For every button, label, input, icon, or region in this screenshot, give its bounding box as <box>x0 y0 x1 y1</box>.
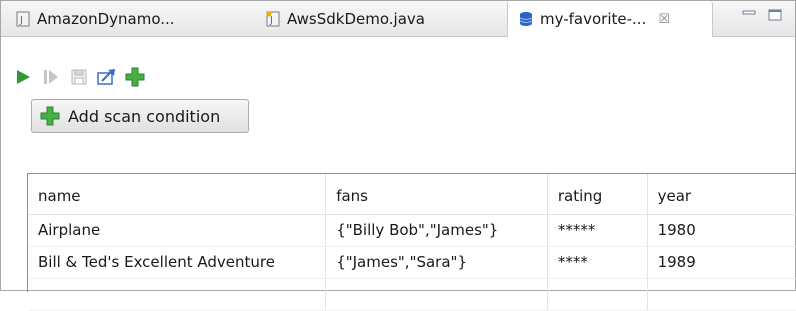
svg-text:J: J <box>269 15 273 26</box>
java-file-icon: J <box>266 11 280 26</box>
column-header-rating[interactable]: rating <box>547 174 648 215</box>
export-icon <box>97 69 115 85</box>
column-header-fans[interactable]: fans <box>325 174 548 215</box>
step-icon <box>44 70 58 84</box>
column-header-name[interactable]: name <box>28 174 327 215</box>
table-row[interactable]: Bill & Ted's Excellent Adventure {"James… <box>28 246 796 279</box>
cell-fans[interactable]: {"Billy Bob","James"} <box>325 214 548 247</box>
cell-empty <box>647 278 796 311</box>
tab-amazon-dynamo[interactable]: J AmazonDynamo... <box>7 1 225 36</box>
cell-rating[interactable]: **** <box>547 246 648 279</box>
cell-rating[interactable]: ***** <box>547 214 648 247</box>
svg-text:J: J <box>19 15 23 26</box>
add-icon <box>40 106 60 126</box>
run-icon <box>17 70 30 84</box>
tab-label: my-favorite-... <box>540 10 647 28</box>
run-scan-button[interactable] <box>13 67 33 87</box>
add-icon <box>125 67 145 87</box>
maximize-icon[interactable] <box>768 8 782 22</box>
editor-frame: J AmazonDynamo... J AwsSdkDemo.java my-f… <box>0 0 796 311</box>
save-icon <box>71 69 87 85</box>
table-header-row: name fans rating year <box>28 174 796 215</box>
cell-name[interactable]: Bill & Ted's Excellent Adventure <box>28 246 327 279</box>
tab-my-favorite[interactable]: my-favorite-... ☒ <box>507 1 713 37</box>
toolbar <box>13 67 145 87</box>
close-tab-icon[interactable]: ☒ <box>658 12 670 27</box>
cell-year[interactable]: 1989 <box>647 246 796 279</box>
export-button[interactable] <box>97 67 117 87</box>
cell-empty <box>28 278 327 311</box>
tab-aws-sdk-demo[interactable]: J AwsSdkDemo.java <box>265 1 495 36</box>
table-row-empty[interactable] <box>28 278 796 311</box>
cell-empty <box>547 278 648 311</box>
add-scan-condition-button[interactable]: Add scan condition <box>31 99 249 133</box>
cell-fans[interactable]: {"James","Sara"} <box>325 246 548 279</box>
cell-name[interactable]: Airplane <box>28 214 327 247</box>
minimize-icon[interactable] <box>742 8 756 22</box>
cell-year[interactable]: 1980 <box>647 214 796 247</box>
cell-empty <box>325 278 548 311</box>
tab-label: AwsSdkDemo.java <box>287 9 425 28</box>
save-button[interactable] <box>69 67 89 87</box>
editor-tab-bar: J AmazonDynamo... J AwsSdkDemo.java my-f… <box>1 1 795 37</box>
java-file-icon: J <box>16 11 30 26</box>
column-header-year[interactable]: year <box>647 174 796 215</box>
results-table: name fans rating year Airplane {"Billy B… <box>28 174 796 311</box>
table-row[interactable]: Airplane {"Billy Bob","James"} ***** 198… <box>28 214 796 247</box>
results-table-container: name fans rating year Airplane {"Billy B… <box>27 173 796 311</box>
tab-label: AmazonDynamo... <box>37 9 175 28</box>
add-button[interactable] <box>125 67 145 87</box>
next-page-button[interactable] <box>41 67 61 87</box>
database-icon <box>519 12 533 26</box>
add-scan-condition-label: Add scan condition <box>68 106 221 126</box>
